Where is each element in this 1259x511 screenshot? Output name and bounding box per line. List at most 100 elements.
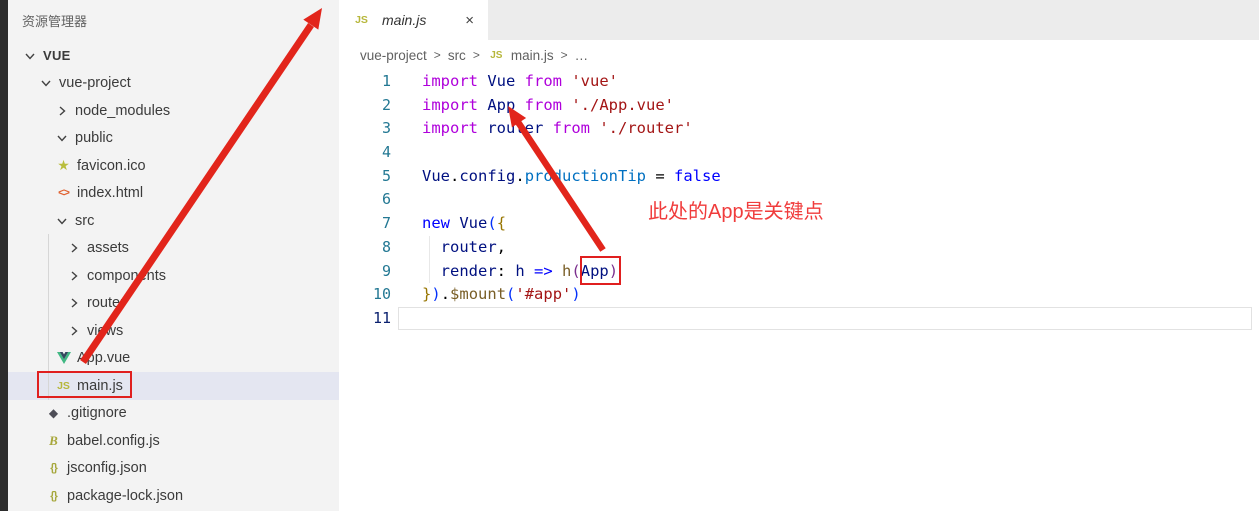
breadcrumb-separator-icon: > <box>434 48 441 62</box>
tree-item-vue[interactable]: VUE <box>8 42 339 70</box>
babel-icon: B <box>44 433 63 449</box>
tree-item-label: favicon.ico <box>77 158 146 174</box>
tree-item-favicon-ico[interactable]: ★favicon.ico <box>8 152 339 180</box>
tree-item-label: babel.config.js <box>67 433 160 449</box>
tree-item-label: .gitignore <box>67 405 127 421</box>
js-file-icon: JS <box>352 14 371 26</box>
tree-item-app-vue[interactable]: App.vue <box>8 345 339 373</box>
vue-icon <box>54 352 73 364</box>
line-number: 10 <box>339 283 391 307</box>
code-line-content <box>391 307 422 331</box>
tree-item-label: main.js <box>77 378 123 394</box>
tree-item-public[interactable]: public <box>8 125 339 153</box>
tree-indent-guide <box>48 234 49 400</box>
breadcrumb-item--[interactable]: … <box>575 48 589 63</box>
code-line-5[interactable]: 5Vue.config.productionTip = false <box>339 165 1259 189</box>
line-number: 6 <box>339 188 391 212</box>
breadcrumb-item-vue-project[interactable]: vue-project <box>360 48 427 63</box>
current-line-highlight <box>398 307 1252 330</box>
code-line-content: router, <box>391 236 506 260</box>
tree-item-package-lock-json[interactable]: {}package-lock.json <box>8 482 339 510</box>
tree-item-label: node_modules <box>75 103 170 119</box>
chevron-right-icon <box>64 269 83 283</box>
git-icon: ◆ <box>44 406 63 420</box>
breadcrumb-label: … <box>575 48 589 63</box>
tree-item-label: views <box>87 323 123 339</box>
code-line-1[interactable]: 1import Vue from 'vue' <box>339 70 1259 94</box>
code-line-content: Vue.config.productionTip = false <box>391 165 721 189</box>
tree-item-label: components <box>87 268 166 284</box>
tree-item-jsconfig-json[interactable]: {}jsconfig.json <box>8 455 339 483</box>
chevron-down-icon <box>52 131 71 145</box>
close-icon[interactable]: × <box>461 11 478 30</box>
tab-main-js[interactable]: JS main.js × <box>339 0 488 40</box>
tab-strip: JS main.js × <box>339 0 1259 40</box>
tree-item-babel-config-js[interactable]: Bbabel.config.js <box>8 427 339 455</box>
chevron-right-icon <box>64 296 83 310</box>
breadcrumb-label: vue-project <box>360 48 427 63</box>
breadcrumb-item-src[interactable]: src <box>448 48 466 63</box>
line-number: 5 <box>339 165 391 189</box>
code-line-content: import App from './App.vue' <box>391 94 674 118</box>
code-line-2[interactable]: 2import App from './App.vue' <box>339 94 1259 118</box>
annotation-note: 此处的App是关键点 <box>648 195 824 224</box>
breadcrumb-separator-icon: > <box>473 48 480 62</box>
code-line-content <box>391 141 422 165</box>
tree-item-main-js[interactable]: JSmain.js <box>8 372 339 400</box>
explorer-title: 资源管理器 <box>22 11 87 30</box>
line-number: 3 <box>339 117 391 141</box>
tree-item-label: jsconfig.json <box>67 460 147 476</box>
code-line-8[interactable]: 8 router, <box>339 236 1259 260</box>
code-line-content: render: h => h(App) <box>391 260 618 284</box>
editor-area: JS main.js × vue-project > src > JS main.js > …… <box>339 0 1259 511</box>
code-line-9[interactable]: 9 render: h => h(App) <box>339 260 1259 284</box>
line-number: 2 <box>339 94 391 118</box>
vscode-window: 资源管理器 VUEvue-projectnode_modulespublic★f… <box>0 0 1259 511</box>
code-line-4[interactable]: 4 <box>339 141 1259 165</box>
tree-item-label: index.html <box>77 185 143 201</box>
explorer-sidebar: 资源管理器 VUEvue-projectnode_modulespublic★f… <box>8 0 339 511</box>
code-line-10[interactable]: 10}).$mount('#app') <box>339 283 1259 307</box>
line-number: 4 <box>339 141 391 165</box>
code-line-content: import router from './router' <box>391 117 693 141</box>
chevron-right-icon <box>64 324 83 338</box>
line-number: 9 <box>339 260 391 284</box>
tree-item-components[interactable]: components <box>8 262 339 290</box>
breadcrumb-label: src <box>448 48 466 63</box>
tree-item-label: vue-project <box>59 75 131 91</box>
breadcrumb-separator-icon: > <box>561 48 568 62</box>
tree-item-views[interactable]: views <box>8 317 339 345</box>
star-icon: ★ <box>54 157 73 174</box>
tree-item-node-modules[interactable]: node_modules <box>8 97 339 125</box>
breadcrumb-label: main.js <box>511 48 554 63</box>
tree-item-index-html[interactable]: <>index.html <box>8 180 339 208</box>
tree-item-src[interactable]: src <box>8 207 339 235</box>
chevron-right-icon <box>52 104 71 118</box>
code-line-content: }).$mount('#app') <box>391 283 581 307</box>
breadcrumb-item-main-js[interactable]: JS main.js <box>487 48 554 63</box>
tree-item-assets[interactable]: assets <box>8 235 339 263</box>
tree-item-label: src <box>75 213 94 229</box>
tree-item-router[interactable]: router <box>8 290 339 318</box>
tree-item-label: App.vue <box>77 350 130 366</box>
tree-item-label: router <box>87 295 125 311</box>
line-number: 1 <box>339 70 391 94</box>
code-line-11[interactable]: 11 <box>339 307 1259 331</box>
activity-bar <box>0 0 8 511</box>
editor-indent-guide <box>429 236 430 283</box>
tree-item--gitignore[interactable]: ◆ .gitignore <box>8 400 339 428</box>
code-line-3[interactable]: 3import router from './router' <box>339 117 1259 141</box>
js-icon: JS <box>487 50 506 61</box>
line-number: 11 <box>339 307 391 331</box>
tree-item-vue-project[interactable]: vue-project <box>8 70 339 98</box>
tree-item-label: assets <box>87 240 129 256</box>
json-icon: {} <box>44 490 63 502</box>
breadcrumb: vue-project > src > JS main.js > … <box>339 40 1259 70</box>
code-line-content <box>391 188 422 212</box>
chevron-down-icon <box>20 49 39 63</box>
tree-item-label: VUE <box>43 48 71 63</box>
file-tree: VUEvue-projectnode_modulespublic★favicon… <box>8 42 339 510</box>
line-number: 7 <box>339 212 391 236</box>
code-line-content: import Vue from 'vue' <box>391 70 618 94</box>
line-number: 8 <box>339 236 391 260</box>
